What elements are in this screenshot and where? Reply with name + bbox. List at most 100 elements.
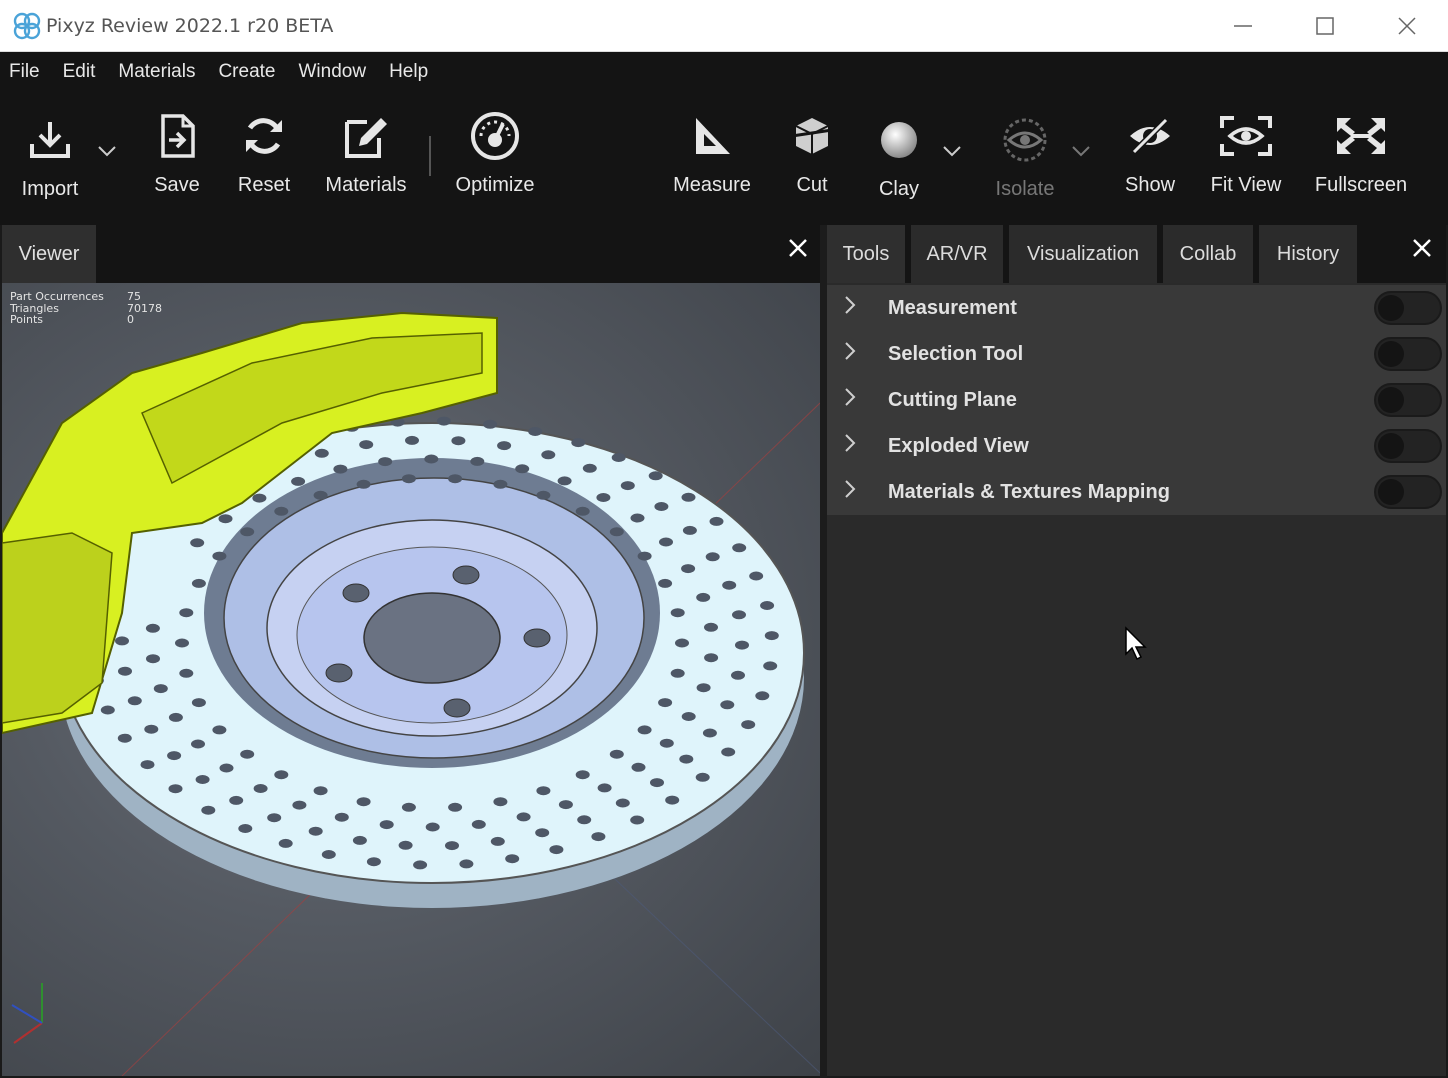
menu-window[interactable]: Window xyxy=(288,61,379,83)
reset-button[interactable]: Reset xyxy=(233,92,295,225)
right-tab-bar: Tools AR/VR Visualization Collab History xyxy=(827,225,1446,283)
drill-hole xyxy=(168,784,183,794)
tab-collab[interactable]: Collab xyxy=(1163,225,1253,283)
fullscreen-icon xyxy=(1337,118,1385,154)
tool-name: Measurement xyxy=(888,296,1017,319)
drill-hole xyxy=(308,826,323,836)
optimize-button[interactable]: Optimize xyxy=(449,92,541,225)
tab-history[interactable]: History xyxy=(1259,225,1357,283)
drill-hole xyxy=(146,654,160,664)
import-dropdown-chevron-icon[interactable] xyxy=(97,142,117,163)
measure-label: Measure xyxy=(673,174,751,196)
tool-row-materials-textures-mapping[interactable]: Materials & Textures Mapping xyxy=(827,469,1446,515)
measure-button[interactable]: Measure xyxy=(670,92,754,225)
tab-ar-vr[interactable]: AR/VR xyxy=(911,225,1003,283)
drill-hole xyxy=(356,479,371,489)
drill-hole xyxy=(536,490,551,500)
close-window-button[interactable] xyxy=(1366,0,1448,52)
mouse-cursor-icon xyxy=(1125,626,1147,661)
minimize-button[interactable] xyxy=(1202,0,1284,52)
materials-button[interactable]: Materials xyxy=(320,92,412,225)
drill-hole xyxy=(558,800,573,810)
drill-hole xyxy=(168,712,183,722)
drill-hole xyxy=(505,854,520,864)
drill-hole xyxy=(201,805,216,815)
measure-ruler-icon xyxy=(696,118,730,154)
drill-hole xyxy=(115,636,129,646)
right-panel-close-button[interactable] xyxy=(1412,235,1432,265)
drill-hole xyxy=(436,416,451,426)
brake-disc-model[interactable] xyxy=(2,283,820,1076)
tool-name: Cutting Plane xyxy=(888,388,1017,411)
drill-hole xyxy=(755,691,770,701)
tools-panel: Measurement Selection Tool Cutting Plane… xyxy=(827,283,1446,1076)
chevron-right-icon[interactable] xyxy=(843,295,857,321)
materials-textures-mapping-toggle[interactable] xyxy=(1374,475,1442,509)
drill-hole xyxy=(145,623,160,633)
clay-dropdown-chevron-icon[interactable] xyxy=(942,142,962,163)
tool-row-cutting-plane[interactable]: Cutting Plane xyxy=(827,377,1446,423)
tool-name: Selection Tool xyxy=(888,342,1024,365)
exploded-view-toggle[interactable] xyxy=(1374,429,1442,463)
3d-viewport[interactable]: Part Occurrences 75 Triangles 70178 Points… xyxy=(2,283,820,1076)
drill-hole xyxy=(321,850,336,859)
clay-label: Clay xyxy=(878,178,919,200)
drill-hole xyxy=(721,747,736,757)
toggle-knob xyxy=(1378,433,1404,459)
fullscreen-button[interactable]: Fullscreen xyxy=(1310,92,1412,225)
drill-hole xyxy=(117,733,132,743)
measurement-toggle[interactable] xyxy=(1374,291,1442,325)
drill-hole xyxy=(291,476,306,486)
isolate-button[interactable]: Isolate xyxy=(990,92,1060,225)
drill-hole xyxy=(218,514,233,524)
panel-splitter[interactable] xyxy=(820,225,827,1078)
drill-hole xyxy=(278,838,293,848)
tab-visualization[interactable]: Visualization xyxy=(1009,225,1157,283)
menu-file[interactable]: File xyxy=(0,61,53,83)
drill-hole xyxy=(448,474,463,484)
menu-help[interactable]: Help xyxy=(379,61,441,83)
drill-hole xyxy=(764,631,779,641)
tool-row-exploded-view[interactable]: Exploded View xyxy=(827,423,1446,469)
tab-viewer[interactable]: Viewer xyxy=(2,225,96,283)
save-button[interactable]: Save xyxy=(147,92,207,225)
menu-create[interactable]: Create xyxy=(208,61,288,83)
chevron-right-icon[interactable] xyxy=(843,433,857,459)
drill-hole xyxy=(497,441,512,451)
import-button[interactable]: Import xyxy=(10,92,90,225)
drill-hole xyxy=(238,824,253,833)
drill-hole xyxy=(609,527,624,537)
materials-label: Materials xyxy=(325,174,407,196)
drill-hole xyxy=(405,435,419,445)
tool-row-selection-tool[interactable]: Selection Tool xyxy=(827,331,1446,377)
chevron-right-icon[interactable] xyxy=(843,479,857,505)
save-label: Save xyxy=(154,174,200,196)
cutting-plane-toggle[interactable] xyxy=(1374,383,1442,417)
maximize-button[interactable] xyxy=(1284,0,1366,52)
chevron-right-icon[interactable] xyxy=(843,387,857,413)
toggle-knob xyxy=(1378,341,1404,367)
isolate-dropdown-chevron-icon[interactable] xyxy=(1071,142,1091,163)
cut-label: Cut xyxy=(796,174,828,196)
drill-hole xyxy=(191,578,206,588)
viewer-close-button[interactable] xyxy=(788,235,808,265)
selection-tool-toggle[interactable] xyxy=(1374,337,1442,371)
tool-row-measurement[interactable]: Measurement xyxy=(827,285,1446,331)
materials-edit-icon xyxy=(345,118,387,158)
menu-edit[interactable]: Edit xyxy=(53,61,109,83)
show-button[interactable]: Show xyxy=(1120,92,1180,225)
tab-tools[interactable]: Tools xyxy=(827,225,905,283)
fit-view-button[interactable]: Fit View xyxy=(1206,92,1286,225)
drill-hole xyxy=(401,802,416,812)
clay-button[interactable]: Clay xyxy=(870,92,928,225)
drill-hole xyxy=(760,601,775,610)
drill-hole xyxy=(190,538,205,548)
drill-hole xyxy=(582,463,597,473)
chevron-right-icon[interactable] xyxy=(843,341,857,367)
drill-hole xyxy=(516,812,531,822)
cut-button[interactable]: Cut xyxy=(784,92,840,225)
drill-hole xyxy=(451,436,466,446)
drill-hole xyxy=(483,419,498,429)
menu-materials[interactable]: Materials xyxy=(108,61,208,83)
drill-hole xyxy=(597,783,612,793)
